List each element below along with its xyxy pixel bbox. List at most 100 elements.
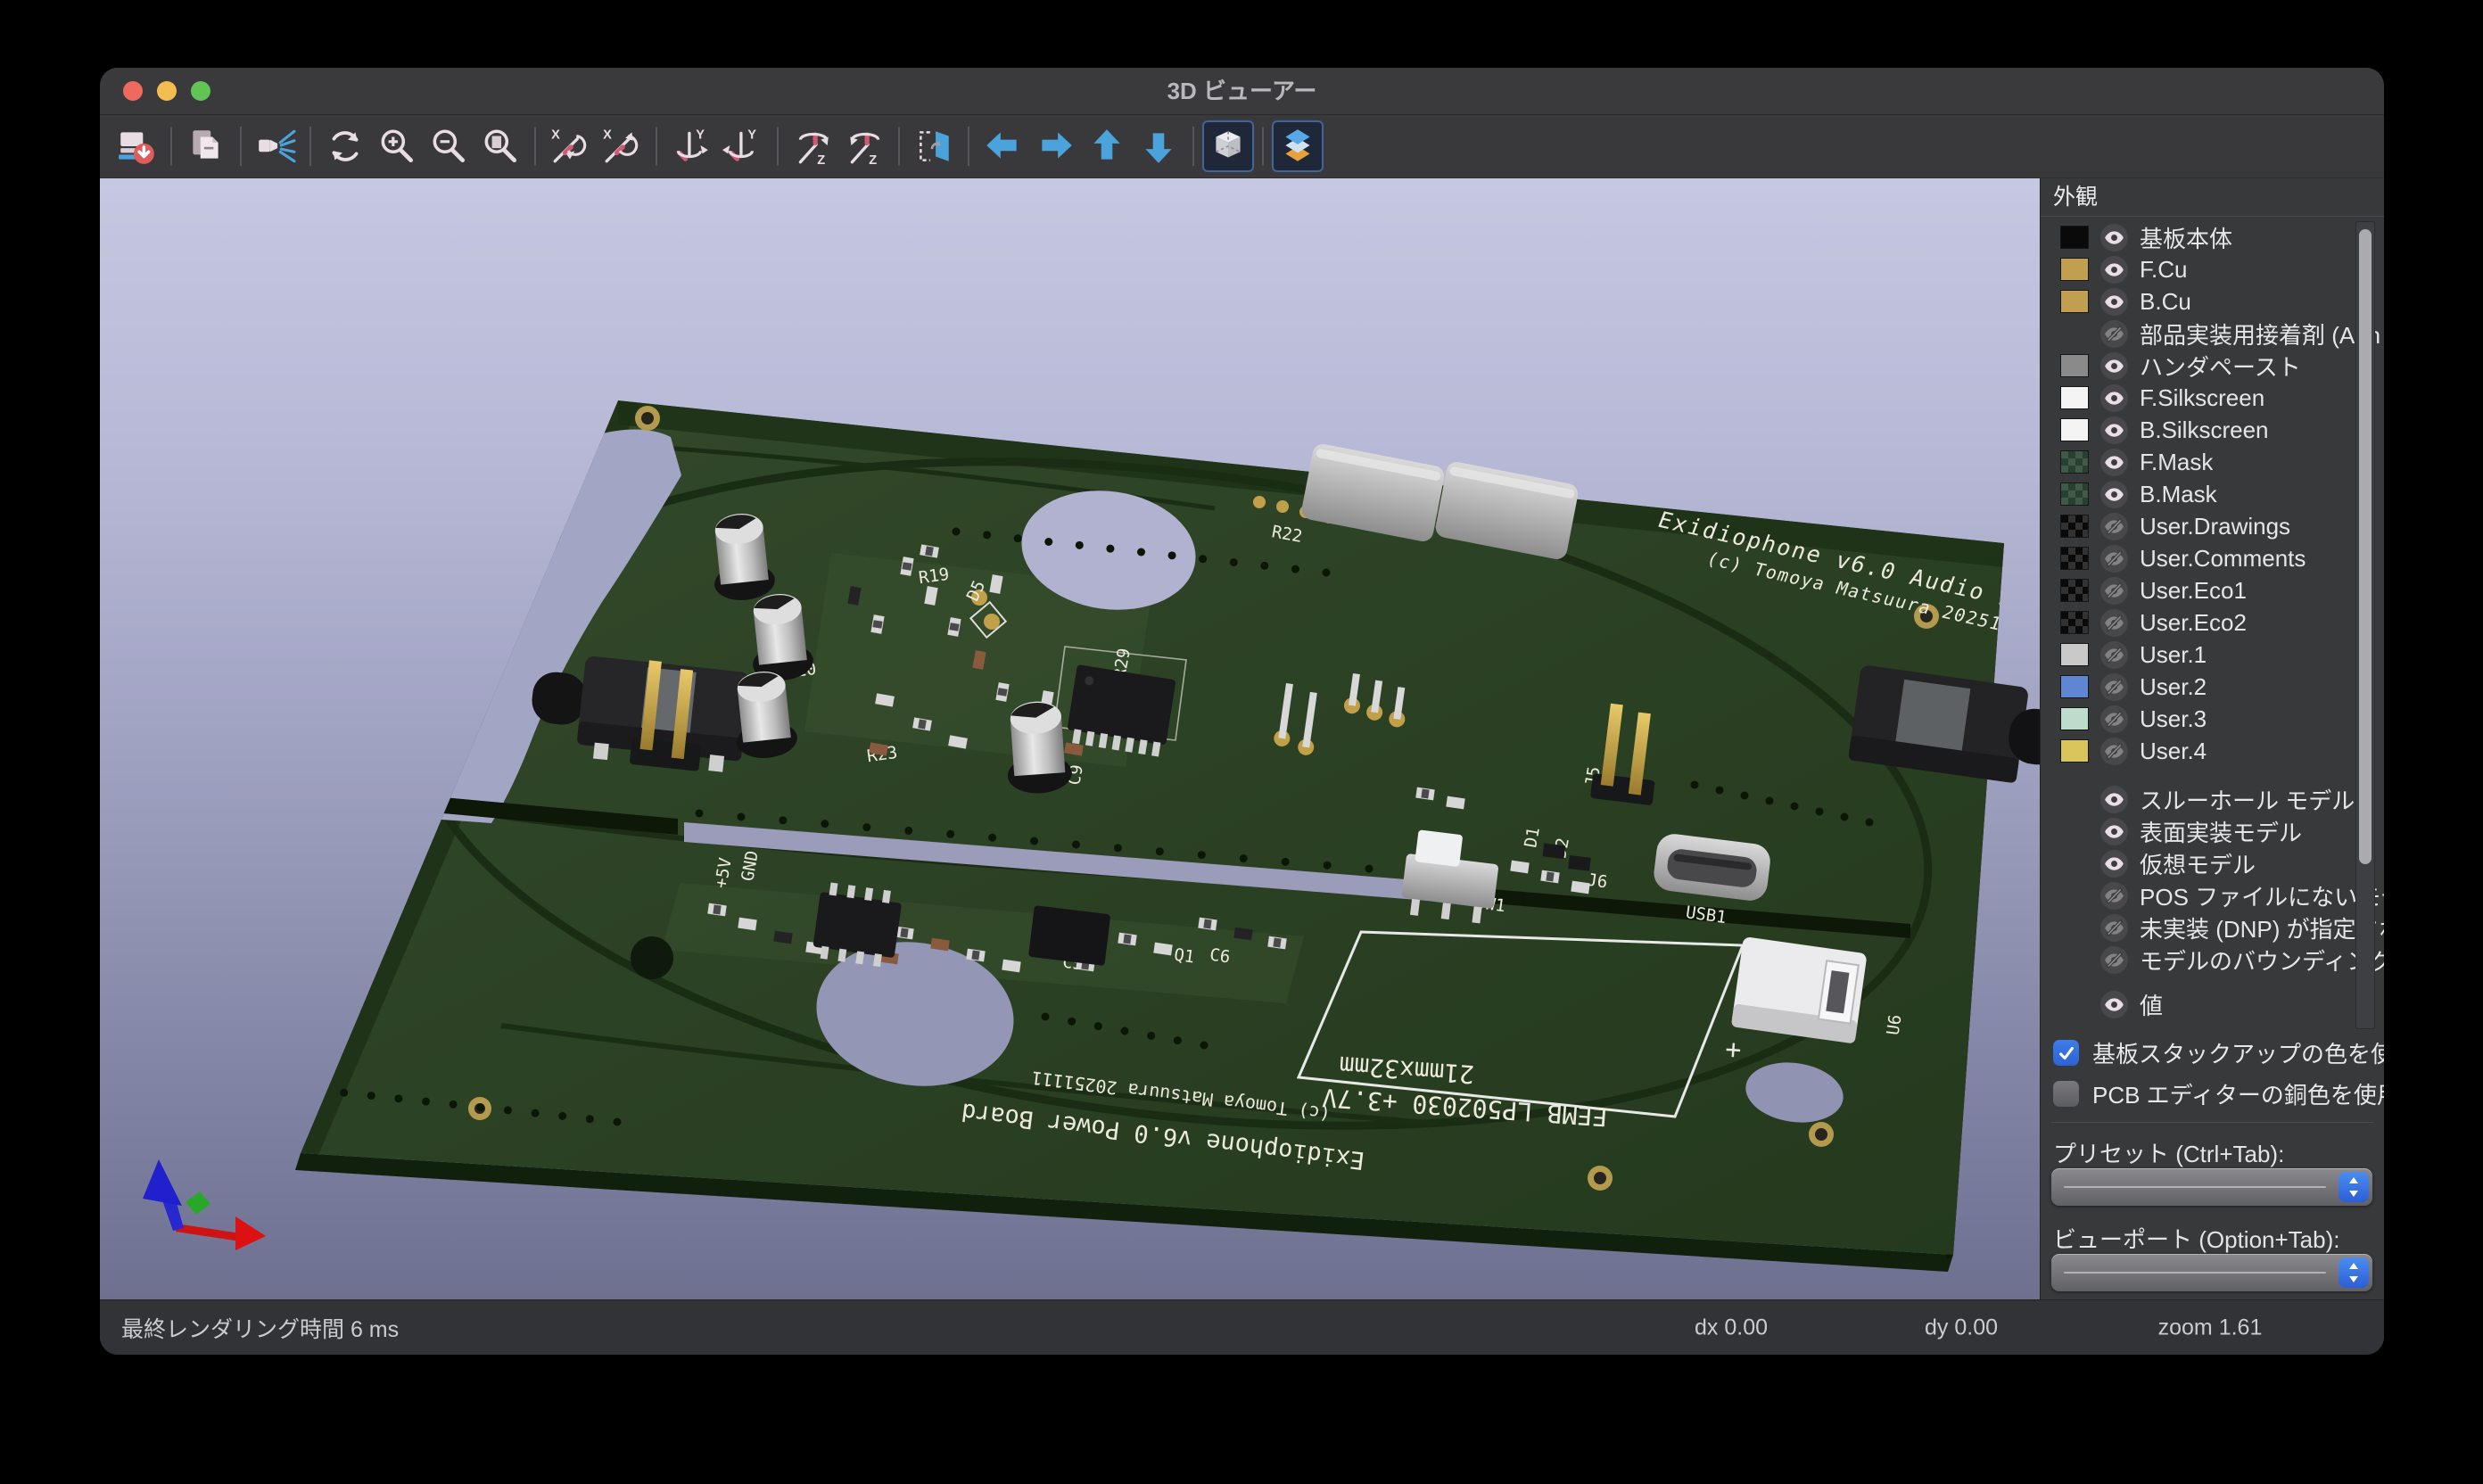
rotate-x-ccw-button[interactable]: X	[596, 120, 648, 172]
layer-row-User.Eco1[interactable]: User.Eco1	[2041, 574, 2384, 606]
rotate-z-ccw-button[interactable]: Z	[838, 120, 890, 172]
visibility-off-eye-icon[interactable]	[2100, 738, 2128, 765]
layer-row-User.1[interactable]: User.1	[2041, 639, 2384, 671]
copy-view-button[interactable]	[180, 120, 232, 172]
layer-row-User.Comments[interactable]: User.Comments	[2041, 542, 2384, 574]
visibility-off-eye-icon[interactable]	[2100, 609, 2128, 637]
use-stackup-colors-label: 基板スタックアップの色を使用	[2092, 1036, 2384, 1069]
visibility-off-eye-icon[interactable]	[2100, 914, 2128, 942]
preset-select-stepper[interactable]	[2339, 1172, 2369, 1202]
visibility-off-eye-icon[interactable]	[2100, 946, 2128, 974]
export-view-button[interactable]	[111, 120, 162, 172]
zoom-out-button[interactable]	[423, 120, 474, 172]
visibility-off-eye-icon[interactable]	[2100, 673, 2128, 701]
rotate-x-cw-button[interactable]: X	[544, 120, 596, 172]
layer-row-User.Eco2[interactable]: User.Eco2	[2041, 606, 2384, 639]
color-swatch[interactable]	[2060, 515, 2089, 538]
layer-row-F.Cu[interactable]: F.Cu	[2041, 253, 2384, 285]
visibility-off-eye-icon[interactable]	[2100, 320, 2128, 348]
visibility-off-eye-icon[interactable]	[2100, 882, 2128, 910]
color-swatch[interactable]	[2060, 739, 2089, 763]
layer-row-User.2[interactable]: User.2	[2041, 671, 2384, 703]
model-row-1[interactable]: 表面実装モデル	[2041, 815, 2384, 847]
use-stackup-colors-checkbox-row[interactable]: 基板スタックアップの色を使用	[2053, 1036, 2384, 1069]
flip-board-button[interactable]	[908, 120, 960, 172]
rotate-y-ccw-button[interactable]: Y	[717, 120, 769, 172]
visibility-off-eye-icon[interactable]	[2100, 705, 2128, 733]
pan-left-button[interactable]	[978, 120, 1029, 172]
visibility-on-eye-icon[interactable]	[2100, 818, 2128, 845]
layer-row-User.Drawings[interactable]: User.Drawings	[2041, 510, 2384, 542]
color-swatch[interactable]	[2060, 418, 2089, 441]
appearance-panel-toggle[interactable]	[1272, 120, 1324, 172]
visibility-off-eye-icon[interactable]	[2100, 513, 2128, 540]
3d-viewport-canvas[interactable]: Exidiophone v6.0 Audio Board (c) Tomoya …	[100, 178, 2040, 1300]
visibility-off-eye-icon[interactable]	[2100, 641, 2128, 669]
visibility-off-eye-icon[interactable]	[2100, 545, 2128, 573]
pan-right-button[interactable]	[1029, 120, 1081, 172]
color-swatch[interactable]	[2060, 547, 2089, 570]
color-swatch[interactable]	[2060, 482, 2089, 506]
layer-row-Adh[interactable]: 部品実装用接着剤 (Adh	[2041, 317, 2384, 350]
value-row-0[interactable]: 値	[2041, 988, 2384, 1020]
layer-row-0[interactable]: 基板本体	[2041, 221, 2384, 253]
visibility-on-eye-icon[interactable]	[2100, 288, 2128, 316]
pan-up-button[interactable]	[1081, 120, 1133, 172]
viewport-select-stepper[interactable]	[2339, 1257, 2369, 1288]
use-pcb-editor-copper-checkbox[interactable]	[2053, 1081, 2079, 1107]
render-camera-button[interactable]	[250, 120, 301, 172]
visibility-on-eye-icon[interactable]	[2100, 352, 2128, 380]
preset-select[interactable]	[2051, 1168, 2372, 1206]
ortho-projection-toggle[interactable]	[1202, 120, 1254, 172]
layer-row-B.Mask[interactable]: B.Mask	[2041, 478, 2384, 510]
visibility-on-eye-icon[interactable]	[2100, 991, 2128, 1018]
scrollbar[interactable]	[2355, 221, 2375, 1029]
use-pcb-editor-copper-checkbox-row[interactable]: PCB エディターの銅色を使用	[2053, 1077, 2384, 1110]
color-swatch[interactable]	[2060, 450, 2089, 474]
visibility-on-eye-icon[interactable]	[2100, 786, 2128, 813]
refresh-view-button[interactable]	[319, 120, 371, 172]
layer-row-F.Silkscreen[interactable]: F.Silkscreen	[2041, 382, 2384, 414]
layer-row-B.Cu[interactable]: B.Cu	[2041, 285, 2384, 317]
layer-row-B.Silkscreen[interactable]: B.Silkscreen	[2041, 414, 2384, 446]
titlebar[interactable]: 3D ビューアー	[100, 68, 2384, 115]
color-swatch[interactable]	[2060, 290, 2089, 313]
color-swatch[interactable]	[2060, 643, 2089, 666]
layer-row-User.4[interactable]: User.4	[2041, 735, 2384, 767]
zoom-fit-button[interactable]	[474, 120, 526, 172]
zoom-in-button[interactable]	[371, 120, 423, 172]
use-stackup-colors-checkbox[interactable]	[2053, 1040, 2079, 1066]
color-swatch[interactable]	[2060, 226, 2089, 249]
visibility-on-eye-icon[interactable]	[2100, 449, 2128, 476]
layer-row-User.3[interactable]: User.3	[2041, 703, 2384, 735]
visibility-on-eye-icon[interactable]	[2100, 224, 2128, 251]
color-swatch[interactable]	[2060, 386, 2089, 409]
model-row-POS[interactable]: POS ファイルにないモデ	[2041, 879, 2384, 911]
model-row-5[interactable]: モデルのバウンディングボ	[2041, 944, 2384, 976]
toolbar-separator	[309, 127, 311, 166]
visibility-on-eye-icon[interactable]	[2100, 256, 2128, 284]
visibility-off-eye-icon[interactable]	[2100, 577, 2128, 605]
visibility-on-eye-icon[interactable]	[2100, 384, 2128, 412]
model-row-0[interactable]: スルーホール モデル	[2041, 783, 2384, 815]
color-swatch[interactable]	[2060, 354, 2089, 377]
layer-row-4[interactable]: ハンダペースト	[2041, 350, 2384, 382]
layer-row-F.Mask[interactable]: F.Mask	[2041, 446, 2384, 478]
visibility-on-eye-icon[interactable]	[2100, 416, 2128, 444]
model-row-DNP[interactable]: 未実装 (DNP) が指定され	[2041, 911, 2384, 944]
rotate-z-cw-button[interactable]: Z	[787, 120, 838, 172]
visibility-on-eye-icon[interactable]	[2100, 850, 2128, 878]
model-row-2[interactable]: 仮想モデル	[2041, 847, 2384, 879]
color-swatch[interactable]	[2060, 579, 2089, 602]
rotate-y-cw-button[interactable]: Y	[665, 120, 717, 172]
toolbar-separator	[656, 127, 657, 166]
3d-viewport[interactable]: Exidiophone v6.0 Audio Board (c) Tomoya …	[100, 178, 2040, 1300]
viewport-select[interactable]	[2051, 1254, 2372, 1291]
color-swatch[interactable]	[2060, 258, 2089, 281]
pan-down-button[interactable]	[1133, 120, 1184, 172]
scrollbar-thumb[interactable]	[2359, 229, 2372, 864]
color-swatch[interactable]	[2060, 675, 2089, 698]
color-swatch[interactable]	[2060, 707, 2089, 730]
color-swatch[interactable]	[2060, 611, 2089, 634]
visibility-on-eye-icon[interactable]	[2100, 481, 2128, 508]
